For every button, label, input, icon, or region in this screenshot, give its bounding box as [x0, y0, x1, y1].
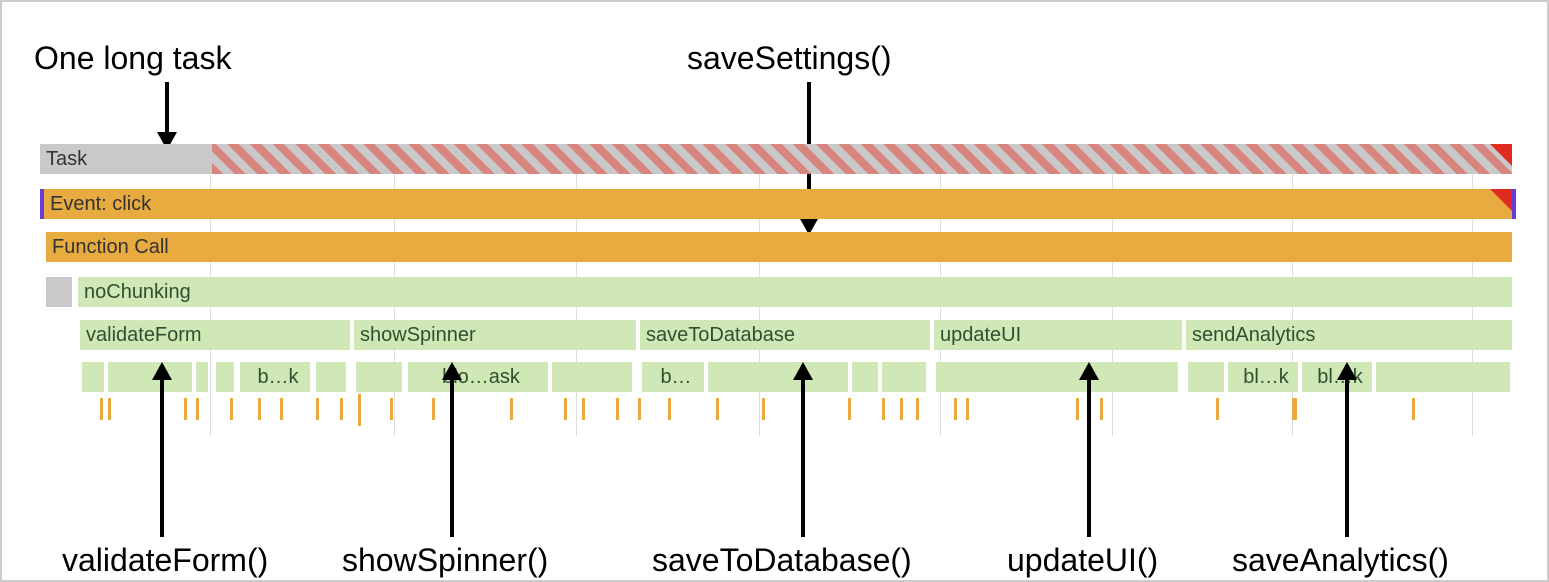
sub-bar [316, 362, 346, 392]
sub-bar-b1: b…k [240, 362, 310, 392]
label-save-to-database: saveToDatabase() [652, 542, 912, 579]
show-spinner-bar: showSpinner [354, 320, 636, 350]
event-click-bar: Event: click [44, 189, 1512, 219]
sub-bar [852, 362, 878, 392]
sub-bar [356, 362, 402, 392]
label-save-analytics: saveAnalytics() [1232, 542, 1449, 579]
arrow-down-icon [152, 82, 182, 152]
validate-form-bar: validateForm [80, 320, 350, 350]
sub-bar [882, 362, 926, 392]
arrow-up-icon [1074, 362, 1104, 537]
sub-bar [936, 362, 1178, 392]
sub-bar [1376, 362, 1510, 392]
sub-bar [552, 362, 632, 392]
sub-bar [196, 362, 208, 392]
warning-triangle-icon [1490, 189, 1512, 211]
sub-bar-b2: blo…ask [408, 362, 548, 392]
label-validate-form: validateForm() [62, 542, 268, 579]
save-to-database-bar: saveToDatabase [640, 320, 930, 350]
no-chunking-bar: noChunking [78, 277, 1512, 307]
sub-bar [216, 362, 234, 392]
sub-bar-b4: bl…k [1228, 362, 1298, 392]
arrow-up-icon [788, 362, 818, 537]
label-show-spinner: showSpinner() [342, 542, 548, 579]
label-save-settings: saveSettings() [687, 40, 892, 77]
label-update-ui: updateUI() [1007, 542, 1158, 579]
send-analytics-bar: sendAnalytics [1186, 320, 1512, 350]
sub-bar [708, 362, 848, 392]
task-long-hatched [212, 144, 1512, 174]
event-right-edge [1512, 189, 1516, 219]
arrow-up-icon [437, 362, 467, 537]
arrow-up-icon [147, 362, 177, 537]
label-one-long-task: One long task [34, 40, 231, 77]
update-ui-bar: updateUI [934, 320, 1182, 350]
arrow-up-icon [1332, 362, 1362, 537]
warning-triangle-icon [1490, 144, 1512, 166]
sub-bar [82, 362, 104, 392]
sub-bar-b3: b… [642, 362, 704, 392]
sub-bar [1188, 362, 1224, 392]
anon-bar [46, 277, 72, 307]
function-call-bar: Function Call [46, 232, 1512, 262]
